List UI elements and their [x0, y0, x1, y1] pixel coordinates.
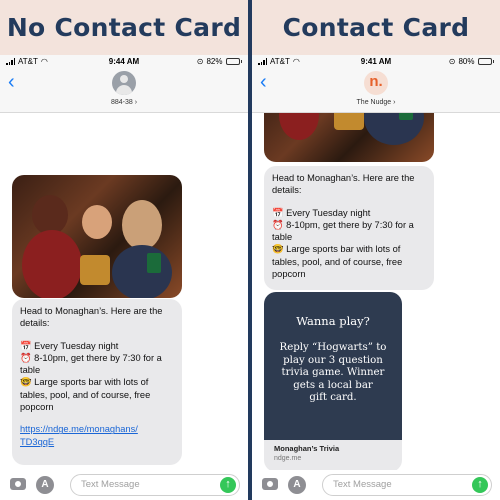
- panel-banner-title: Contact Card: [252, 0, 500, 55]
- contact-name[interactable]: The Nudge ›: [252, 99, 500, 106]
- send-arrow-icon[interactable]: ↑: [220, 477, 236, 493]
- battery-percent: 82%: [206, 57, 223, 66]
- conversation-header: ‹ n. The Nudge ›: [252, 69, 500, 113]
- message-text: 📅 Every Tuesday night: [20, 340, 119, 351]
- battery-icon: [477, 58, 492, 65]
- battery-percent: 80%: [458, 57, 475, 66]
- orientation-lock-icon: ⊙: [196, 57, 204, 66]
- camera-icon[interactable]: [262, 478, 278, 490]
- rich-link-card[interactable]: Wanna play? Reply “Hogwarts” to play our…: [264, 292, 402, 472]
- message-text: details:: [272, 185, 302, 196]
- message-text: popcorn: [20, 402, 54, 413]
- message-text: tables, pool, and of course, free: [20, 389, 151, 400]
- left-panel-no-contact-card: No Contact Card AT&T ◠ 9:44 AM ⊙ 82% ‹ 8…: [0, 0, 248, 500]
- message-bubble[interactable]: Head to Monaghan’s. Here are the details…: [264, 166, 434, 290]
- panel-banner-title: No Contact Card: [0, 0, 248, 55]
- person-head-shape: [120, 75, 128, 83]
- message-text: 🤓 Large sports bar with lots of: [20, 377, 149, 388]
- contact-avatar[interactable]: n.: [364, 71, 388, 95]
- status-bar: AT&T ◠ 9:44 AM ⊙ 82%: [0, 55, 248, 69]
- message-input[interactable]: Text Message ↑: [322, 474, 492, 496]
- message-input[interactable]: Text Message ↑: [70, 474, 240, 496]
- message-input-placeholder: Text Message: [81, 479, 140, 490]
- message-bubble[interactable]: Head to Monaghan’s. Here are the details…: [12, 299, 182, 465]
- message-text: ⏰ 8-10pm, get there by 7:30 for a: [20, 352, 162, 363]
- card-domain: ndge.me: [274, 455, 302, 462]
- message-text: popcorn: [272, 269, 306, 280]
- message-text: Head to Monaghan’s. Here are the: [20, 306, 163, 316]
- card-title: Wanna play?: [296, 314, 370, 328]
- contact-name[interactable]: 884-38 ›: [0, 99, 248, 106]
- message-input-placeholder: Text Message: [333, 479, 392, 490]
- battery-icon: [225, 58, 240, 65]
- link-preview-image: Wanna play? Reply “Hogwarts” to play our…: [264, 292, 402, 440]
- conversation-header: ‹ 884-38 ›: [0, 69, 248, 113]
- message-text: Head to Monaghan’s. Here are the: [272, 173, 415, 183]
- message-text: 🤓 Large sports bar with lots of: [272, 244, 401, 255]
- orientation-lock-icon: ⊙: [448, 57, 456, 66]
- message-text: ⏰ 8-10pm, get there by 7:30 for a: [272, 219, 414, 230]
- card-body-text: trivia game. Winner: [281, 367, 385, 379]
- compose-bar: A Text Message ↑: [0, 470, 248, 500]
- send-arrow-icon[interactable]: ↑: [472, 477, 488, 493]
- person-shoulders-shape: [116, 85, 132, 95]
- message-text: tables, pool, and of course, free: [272, 256, 403, 267]
- compose-bar: A Text Message ↑: [252, 470, 500, 500]
- app-store-icon[interactable]: A: [36, 476, 54, 494]
- message-text: 📅 Every Tuesday night: [272, 207, 371, 218]
- card-body-text: play our 3 question: [283, 354, 383, 366]
- right-panel-contact-card: Contact Card AT&T ◠ 9:41 AM ⊙ 80% ‹ n. T…: [252, 0, 500, 500]
- contact-avatar[interactable]: [112, 71, 136, 95]
- camera-icon[interactable]: [10, 478, 26, 490]
- message-link[interactable]: https://ndge.me/monaghans/: [20, 423, 174, 435]
- chevron-left-icon[interactable]: ‹: [260, 71, 267, 93]
- chevron-left-icon[interactable]: ‹: [8, 71, 15, 93]
- battery-group: ⊙ 80%: [449, 57, 494, 66]
- app-store-icon[interactable]: A: [288, 476, 306, 494]
- card-body-text: gift card.: [309, 392, 357, 404]
- card-caption: Monaghan’s Trivia: [274, 444, 340, 453]
- card-body-text: Reply “Hogwarts” to: [279, 342, 387, 353]
- message-link[interactable]: TD3qqE: [20, 436, 174, 448]
- message-text: table: [20, 365, 41, 376]
- bar-photo[interactable]: [12, 175, 182, 298]
- card-body-text: gets a local bar: [293, 379, 373, 391]
- message-text: details:: [20, 318, 50, 329]
- battery-group: ⊙ 82%: [197, 57, 242, 66]
- message-text: table: [272, 232, 293, 243]
- status-bar: AT&T ◠ 9:41 AM ⊙ 80%: [252, 55, 500, 69]
